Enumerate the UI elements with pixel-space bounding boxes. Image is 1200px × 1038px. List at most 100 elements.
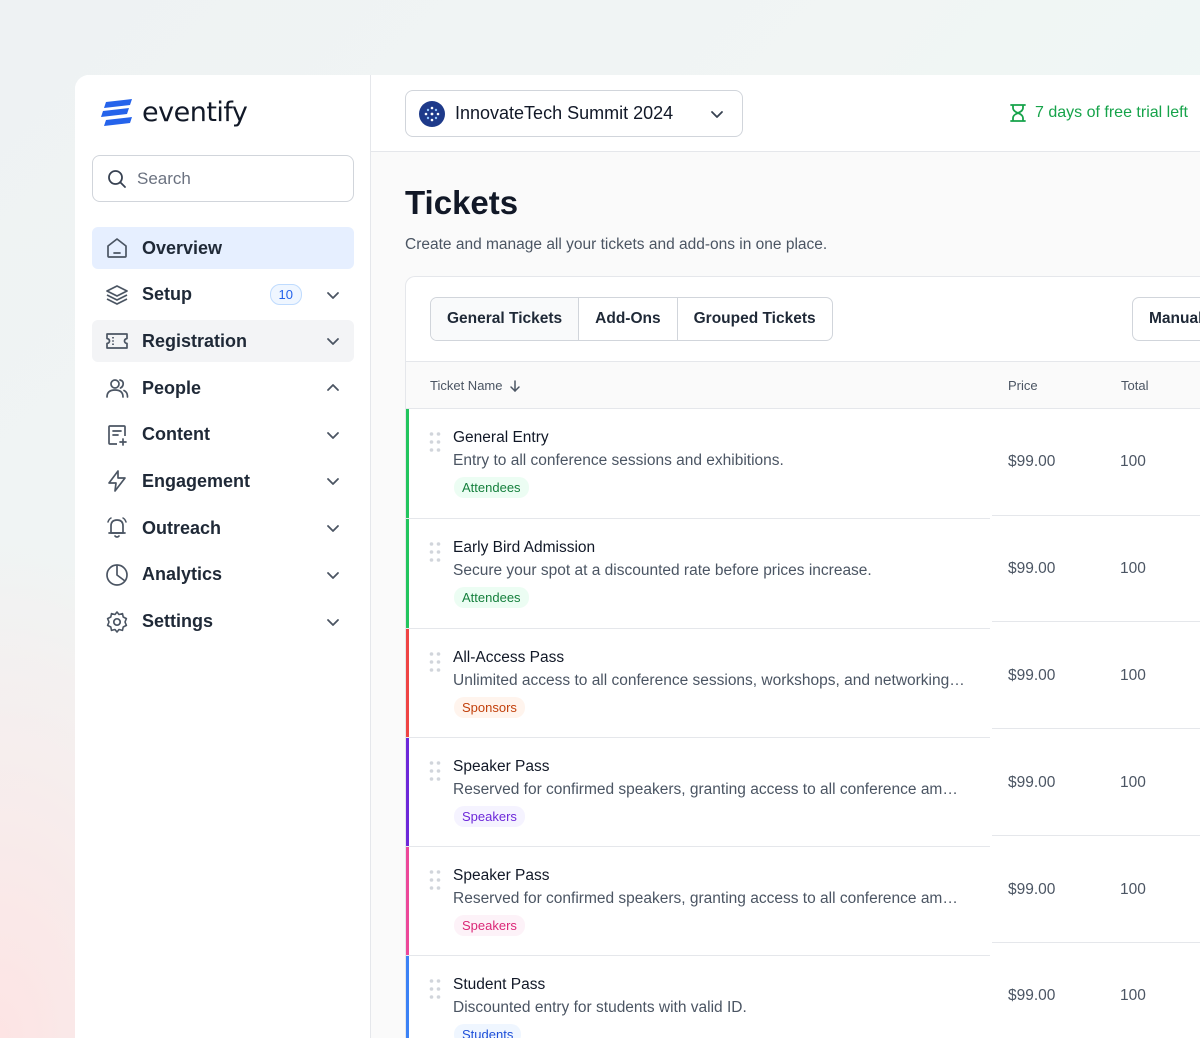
sidebar-item-label: Setup — [142, 284, 193, 305]
chevron-down-icon[interactable] — [324, 566, 342, 584]
row-divider — [992, 515, 1200, 516]
top-bar: InnovateTech Summit 2024 7 days of free … — [371, 75, 1200, 152]
tab-general-tickets[interactable]: General Tickets — [431, 298, 580, 340]
sidebar-item-label: People — [142, 377, 202, 398]
table-header: Ticket Name Price Total — [406, 362, 1200, 409]
category-color-bar — [406, 629, 409, 738]
table-row[interactable]: All-Access Pass Unlimited access to all c… — [406, 629, 1200, 738]
ticket-price: $99.00 — [1008, 774, 1056, 791]
chevron-down-icon — [708, 105, 726, 123]
sidebar-item-content[interactable]: Content — [92, 414, 354, 456]
sidebar-item-label: Overview — [142, 237, 223, 258]
trial-text: 7 days of free trial left — [1035, 104, 1188, 121]
ticket-description: Unlimited access to all conference sessi… — [453, 672, 965, 689]
sidebar-item-label: Settings — [142, 611, 214, 631]
tabs-row: General Tickets Add-Ons Grouped Tickets … — [406, 277, 1200, 362]
ticket-total: 100 — [1120, 560, 1146, 577]
document-icon — [104, 422, 130, 448]
ticket-price: $99.00 — [1008, 560, 1056, 577]
sidebar-item-registration[interactable]: Registration — [92, 320, 354, 363]
gear-icon — [104, 609, 130, 635]
ticket-name: Student Pass — [453, 976, 546, 993]
row-divider — [992, 728, 1200, 729]
drag-handle-icon[interactable] — [428, 541, 442, 568]
sidebar-item-label: Content — [142, 424, 210, 445]
trial-notice[interactable]: 7 days of free trial left — [1009, 103, 1188, 123]
category-color-bar — [406, 738, 409, 847]
ticket-name-header-label: Ticket Name — [430, 378, 503, 393]
chevron-up-icon[interactable] — [324, 379, 342, 397]
drag-handle-icon[interactable] — [428, 431, 442, 458]
event-selector[interactable]: InnovateTech Summit 2024 — [405, 90, 743, 137]
tab-add-ons[interactable]: Add-Ons — [579, 298, 678, 340]
row-divider — [992, 942, 1200, 943]
table-row[interactable]: Student Pass Discounted entry for student… — [406, 956, 1200, 1038]
category-color-bar — [406, 847, 409, 956]
sidebar: eventify Overview Setup 10 — [75, 75, 371, 1038]
page-title: Tickets — [405, 184, 519, 221]
event-logo-icon — [419, 100, 445, 127]
tickets-card: General Tickets Add-Ons Grouped Tickets … — [405, 276, 1200, 1038]
ticket-description: Reserved for confirmed speakers, grantin… — [453, 890, 965, 907]
lightning-icon — [104, 468, 130, 494]
table-row[interactable]: Speaker Pass Reserved for confirmed speak… — [406, 847, 1200, 956]
ticket-category-tag: Students — [454, 1024, 522, 1038]
category-color-bar — [406, 519, 409, 629]
ticket-description: Discounted entry for students with valid… — [453, 999, 747, 1016]
ticket-description: Reserved for confirmed speakers, grantin… — [453, 781, 965, 798]
sidebar-item-settings[interactable]: Settings — [92, 601, 354, 643]
main-area: InnovateTech Summit 2024 7 days of free … — [371, 75, 1200, 1038]
sidebar-item-engagement[interactable]: Engagement — [92, 460, 354, 502]
sidebar-item-analytics[interactable]: Analytics — [92, 554, 354, 596]
ticket-category-tag: Speakers — [454, 806, 525, 827]
sidebar-item-label: Analytics — [142, 564, 223, 585]
ticket-description: Secure your spot at a discounted rate be… — [453, 562, 872, 579]
sidebar-item-overview[interactable]: Overview — [92, 227, 354, 269]
chevron-down-icon[interactable] — [324, 472, 342, 490]
chevron-down-icon[interactable] — [324, 332, 342, 350]
search-input[interactable] — [137, 168, 337, 189]
sidebar-item-people[interactable]: People — [92, 367, 354, 409]
ticket-description: Entry to all conference sessions and exh… — [453, 452, 784, 469]
chevron-down-icon[interactable] — [324, 286, 342, 304]
ticket-total: 100 — [1120, 881, 1146, 898]
app-logo[interactable]: eventify — [100, 97, 248, 128]
ticket-total: 100 — [1120, 987, 1146, 1004]
ticket-name: Early Bird Admission — [453, 539, 596, 556]
drag-handle-icon[interactable] — [428, 651, 442, 678]
ticket-total: 100 — [1120, 774, 1146, 791]
table-row[interactable]: Early Bird Admission Secure your spot at … — [406, 519, 1200, 629]
row-divider — [992, 835, 1200, 836]
pie-chart-icon — [104, 562, 130, 588]
table-row[interactable]: Speaker Pass Reserved for confirmed speak… — [406, 738, 1200, 847]
event-name: InnovateTech Summit 2024 — [455, 103, 674, 123]
row-divider — [992, 621, 1200, 622]
drag-handle-icon[interactable] — [428, 869, 442, 896]
sidebar-item-label: Engagement — [142, 470, 251, 491]
search-box[interactable] — [92, 155, 354, 202]
total-header[interactable]: Total — [1121, 378, 1148, 393]
sidebar-item-label: Outreach — [142, 517, 222, 538]
ticket-category-tag: Attendees — [454, 587, 529, 608]
chevron-down-icon[interactable] — [324, 519, 342, 537]
ticket-price: $99.00 — [1008, 667, 1056, 684]
sidebar-item-outreach[interactable]: Outreach — [92, 507, 354, 549]
app-window: eventify Overview Setup 10 — [75, 75, 1200, 1038]
ticket-name-header[interactable]: Ticket Name — [430, 378, 522, 393]
tab-grouped-tickets[interactable]: Grouped Tickets — [678, 298, 832, 340]
ticket-icon — [104, 328, 130, 354]
drag-handle-icon[interactable] — [428, 978, 442, 1005]
chevron-down-icon[interactable] — [324, 613, 342, 631]
category-color-bar — [406, 409, 409, 519]
manual-button[interactable]: Manual — [1132, 297, 1200, 341]
ticket-name: General Entry — [453, 429, 549, 446]
sidebar-item-setup[interactable]: Setup 10 — [92, 274, 354, 316]
ticket-category-tag: Speakers — [454, 915, 525, 936]
drag-handle-icon[interactable] — [428, 760, 442, 787]
price-header[interactable]: Price — [1008, 378, 1038, 393]
hourglass-icon — [1010, 104, 1026, 122]
table-row[interactable]: General Entry Entry to all conference ses… — [406, 409, 1200, 519]
search-icon — [108, 169, 126, 188]
chevron-down-icon[interactable] — [324, 426, 342, 444]
eventify-logo-icon — [101, 98, 132, 126]
